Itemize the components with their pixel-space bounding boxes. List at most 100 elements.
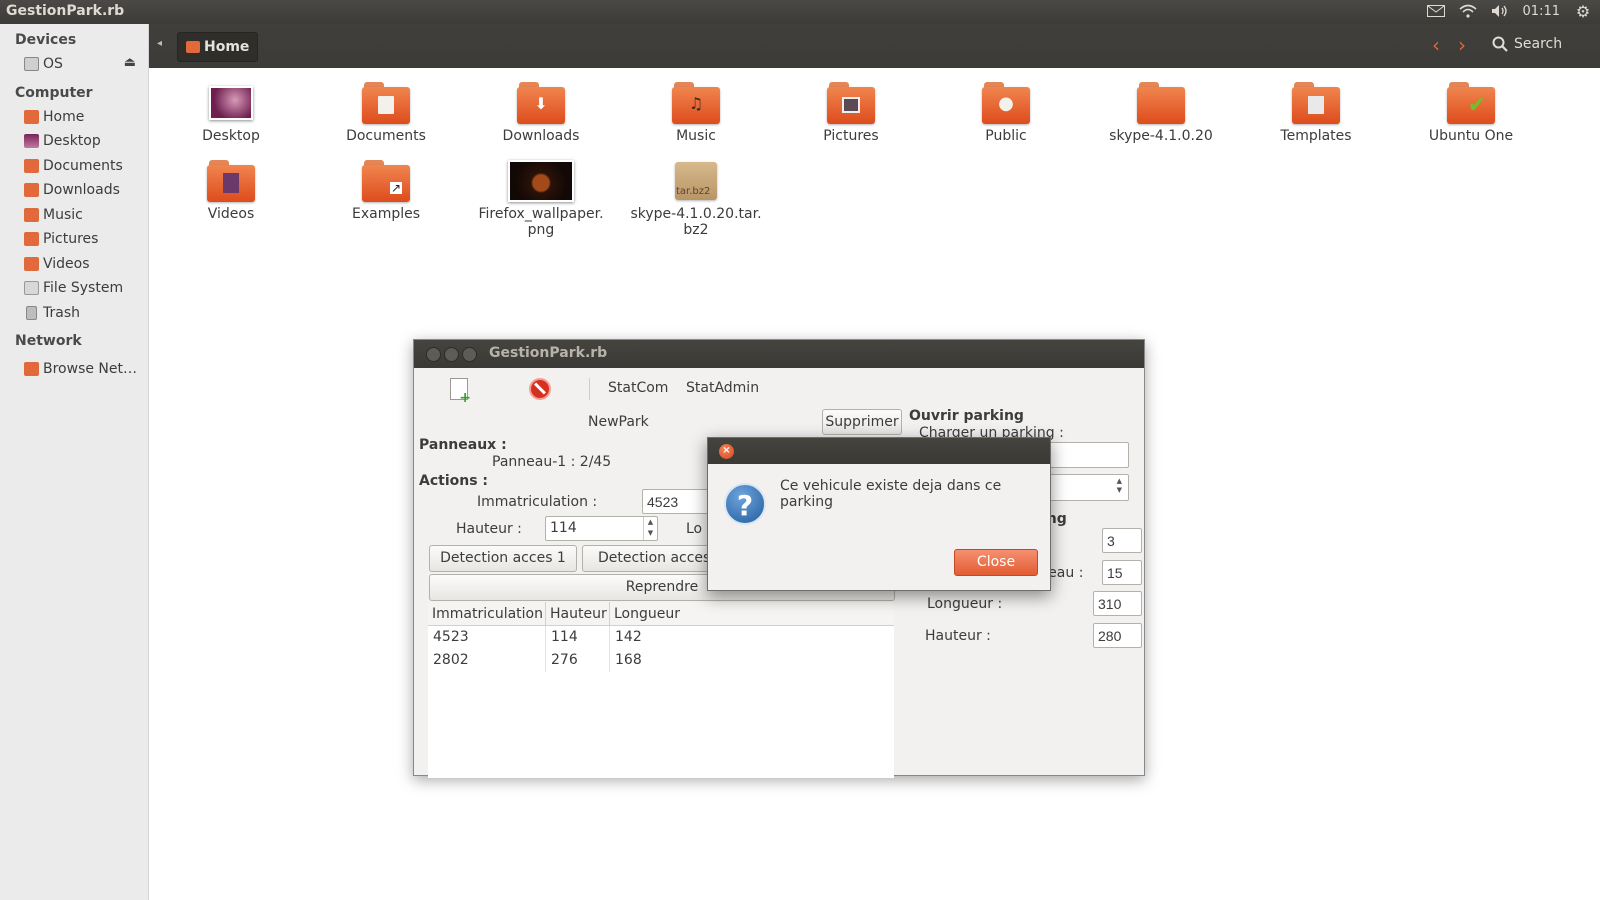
file-item-music[interactable]: ♫ Music: [626, 68, 766, 144]
file-item-pictures[interactable]: Pictures: [781, 68, 921, 144]
breadcrumb-home[interactable]: Home: [177, 32, 259, 62]
menu-statadmin[interactable]: StatAdmin: [686, 380, 759, 396]
minimize-window-button[interactable]: [444, 347, 459, 362]
stop-icon[interactable]: [529, 378, 551, 400]
wifi-icon[interactable]: [1459, 2, 1477, 20]
charger-parking-input[interactable]: [1039, 442, 1129, 468]
sidebar-item-desktop[interactable]: Desktop: [0, 129, 148, 154]
menu-statcom[interactable]: StatCom: [608, 380, 668, 396]
sidebar-item-pictures[interactable]: Pictures: [0, 227, 148, 252]
app-title: GestionPark.rb: [6, 3, 125, 19]
gear-icon[interactable]: ⚙: [1574, 2, 1592, 21]
file-item-skype-folder[interactable]: skype-4.1.0.20: [1091, 68, 1231, 144]
vehicle-table[interactable]: Immatriculation Hauteur Longueur 4523 11…: [428, 602, 894, 778]
maximize-window-button[interactable]: [462, 347, 477, 362]
file-label: Documents: [346, 128, 426, 144]
table-cell: 142: [615, 629, 642, 645]
table-cell: 4523: [428, 626, 546, 649]
sidebar-item-label: File System: [43, 280, 124, 297]
clock[interactable]: 01:11: [1523, 4, 1560, 19]
file-item-downloads[interactable]: ⬇ Downloads: [471, 68, 611, 144]
file-item-videos[interactable]: Videos: [161, 146, 301, 222]
right-hauteur-label: Hauteur :: [925, 628, 991, 644]
file-label: Videos: [207, 206, 255, 222]
sidebar-item-home[interactable]: Home: [0, 105, 148, 130]
file-item-skype-archive[interactable]: tar.bz2 skype-4.1.0.20.tar. bz2: [626, 146, 766, 238]
file-label-line2: bz2: [683, 222, 709, 238]
supprimer-button[interactable]: Supprimer: [822, 409, 902, 435]
folder-icon: [1137, 82, 1185, 124]
file-item-public[interactable]: ● Public: [936, 68, 1076, 144]
parking-select[interactable]: ▲ ▼: [1039, 474, 1129, 501]
window-titlebar[interactable]: GestionPark.rb: [414, 340, 1144, 368]
table-empty-area: [428, 672, 894, 778]
forward-arrow-icon[interactable]: ›: [1458, 33, 1466, 57]
downloads-folder-icon: ⬇: [517, 82, 565, 124]
message-dialog: × ? Ce vehicule existe deja dans ce park…: [707, 437, 1051, 591]
search-button[interactable]: Search: [1492, 36, 1562, 52]
dialog-titlebar[interactable]: ×: [708, 438, 1050, 464]
sidebar-item-music[interactable]: Music: [0, 203, 148, 228]
hauteur-label: Hauteur :: [456, 521, 522, 537]
eject-icon[interactable]: ⏏: [124, 55, 136, 70]
sidebar-item-trash[interactable]: Trash: [0, 301, 148, 326]
detection-acces-1-button[interactable]: Detection acces 1: [429, 545, 577, 572]
table-row[interactable]: 2802 276 168: [428, 649, 894, 672]
places-sidebar: Devices OS ⏏ Computer Home Desktop Docum…: [0, 24, 149, 900]
file-label: Music: [676, 128, 716, 144]
volume-icon[interactable]: [1491, 2, 1509, 20]
newpark-label: NewPark: [588, 414, 649, 430]
sidebar-item-documents[interactable]: Documents: [0, 154, 148, 179]
documents-folder-icon: [362, 82, 410, 124]
table-row[interactable]: 4523 114 142: [428, 626, 894, 649]
file-label: Examples: [351, 206, 421, 222]
sidebar-item-label: OS: [43, 56, 63, 73]
close-button[interactable]: Close: [954, 549, 1038, 576]
hauteur-spinbutton[interactable]: 114 ▲ ▼: [545, 516, 658, 541]
music-folder-icon: ♫: [672, 82, 720, 124]
column-header-longueur[interactable]: Longueur: [610, 602, 894, 625]
sidebar-item-label: Videos: [43, 255, 90, 272]
collapse-arrow-icon[interactable]: ◂: [157, 38, 162, 49]
close-window-button[interactable]: [426, 347, 441, 362]
archive-icon: tar.bz2: [675, 162, 717, 200]
videos-folder-icon: [24, 256, 39, 271]
trash-icon: [26, 305, 37, 320]
right-field-1-input[interactable]: [1102, 528, 1142, 553]
sidebar-item-file-system[interactable]: File System: [0, 276, 148, 301]
sidebar-item-label: Browse Net…: [43, 361, 138, 378]
documents-folder-icon: [24, 158, 39, 173]
file-item-documents[interactable]: Documents: [316, 68, 456, 144]
sidebar-item-browse-network[interactable]: Browse Net…: [0, 357, 148, 382]
right-longueur-input[interactable]: [1093, 591, 1142, 616]
drive-icon: [24, 57, 39, 72]
back-arrow-icon[interactable]: ‹: [1432, 33, 1440, 57]
sidebar-item-label: Downloads: [43, 182, 120, 199]
actions-heading: Actions :: [419, 473, 489, 489]
file-item-desktop[interactable]: Desktop: [161, 68, 301, 144]
file-item-templates[interactable]: Templates: [1246, 68, 1386, 144]
dialog-message: Ce vehicule existe deja dans ce parking: [780, 478, 1002, 510]
new-file-icon[interactable]: +: [450, 378, 471, 405]
close-icon[interactable]: ×: [719, 444, 734, 459]
sidebar-item-downloads[interactable]: Downloads: [0, 178, 148, 203]
pictures-folder-icon: [827, 82, 875, 124]
music-folder-icon: [24, 207, 39, 222]
column-header-immatriculation[interactable]: Immatriculation: [428, 602, 546, 625]
spin-arrows-icon[interactable]: ▲ ▼: [643, 517, 657, 540]
downloads-folder-icon: [24, 183, 39, 198]
file-label: Firefox_wallpaper.: [478, 206, 604, 222]
niveau-input[interactable]: [1102, 560, 1142, 585]
sidebar-item-videos[interactable]: Videos: [0, 252, 148, 277]
file-item-firefox-wallpaper[interactable]: Firefox_wallpaper. png: [471, 146, 611, 238]
sidebar-header-network: Network: [15, 333, 82, 349]
mail-icon[interactable]: [1426, 2, 1445, 20]
sidebar-item-label: Pictures: [43, 231, 99, 248]
window-title: GestionPark.rb: [489, 345, 608, 361]
file-item-ubuntu-one[interactable]: ✔ Ubuntu One: [1401, 68, 1541, 144]
detection-acces-2-button[interactable]: Detection acces: [582, 545, 722, 572]
sidebar-item-os[interactable]: OS ⏏: [0, 52, 148, 77]
column-header-hauteur[interactable]: Hauteur: [546, 602, 610, 625]
right-hauteur-input[interactable]: [1093, 623, 1142, 648]
file-item-examples[interactable]: ↗ Examples: [316, 146, 456, 222]
